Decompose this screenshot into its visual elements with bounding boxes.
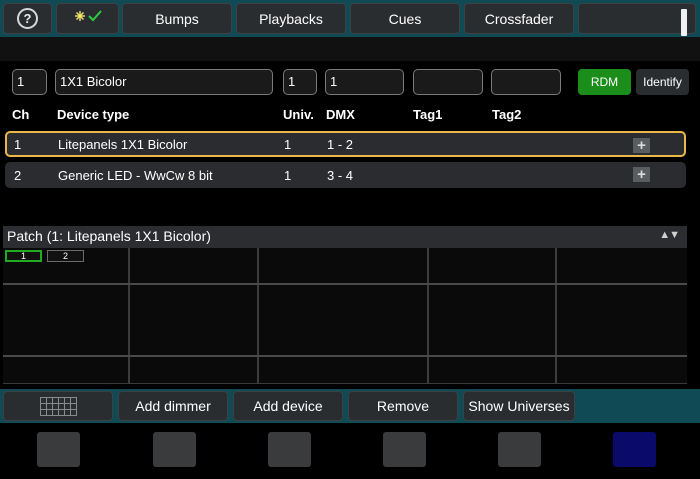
grid-divider	[3, 283, 687, 285]
device-type-input[interactable]: 1X1 Bicolor	[55, 69, 273, 95]
patch-chip[interactable]: 2	[47, 250, 84, 262]
add-plus-icon[interactable]: +	[633, 138, 650, 153]
hardware-key[interactable]	[498, 432, 541, 467]
grid-divider	[427, 248, 429, 384]
grid-divider	[3, 355, 687, 357]
cell-univ: 1	[284, 167, 292, 183]
cell-dmx: 3 - 4	[327, 167, 354, 183]
channel-input[interactable]: 1	[12, 69, 47, 95]
rdm-button[interactable]: RDM	[578, 69, 631, 95]
dmx-input[interactable]: 1	[325, 69, 404, 95]
tab-cues[interactable]: Cues	[350, 3, 460, 34]
extra-tab[interactable]	[578, 3, 696, 36]
table-row[interactable]: 1 Litepanels 1X1 Bicolor 1 1 - 2 +	[5, 131, 686, 157]
table-row[interactable]: 2 Generic LED - WwCw 8 bit 1 3 - 4 +	[5, 162, 686, 188]
add-device-button[interactable]: Add device	[233, 391, 343, 421]
hardware-key[interactable]	[153, 432, 196, 467]
header-dmx: DMX	[326, 107, 355, 122]
tag2-input[interactable]	[491, 69, 561, 95]
tab-playbacks[interactable]: Playbacks	[236, 3, 346, 34]
header-tag1: Tag1	[413, 107, 443, 122]
hardware-key[interactable]	[268, 432, 311, 467]
add-plus-icon[interactable]: +	[633, 167, 650, 182]
remove-button[interactable]: Remove	[348, 391, 458, 421]
grid-icon	[39, 396, 77, 416]
patch-grid[interactable]: 1 2	[3, 248, 687, 384]
subheader-strip	[0, 37, 700, 61]
grid-divider	[257, 248, 259, 384]
grid-divider	[128, 248, 130, 384]
tab-bumps[interactable]: Bumps	[122, 3, 232, 34]
grid-divider	[555, 248, 557, 384]
universe-input[interactable]: 1	[283, 69, 317, 95]
patch-chip[interactable]: 1	[5, 250, 42, 262]
show-universes-button[interactable]: Show Universes	[463, 391, 575, 421]
status-button[interactable]	[56, 3, 119, 34]
header-ch: Ch	[12, 107, 30, 122]
patch-title: Patch (1: Litepanels 1X1 Bicolor)	[7, 228, 211, 244]
scroll-thumb[interactable]	[681, 9, 687, 36]
tag1-input[interactable]	[413, 69, 483, 95]
grid-view-button[interactable]	[3, 391, 113, 421]
cell-device-type: Generic LED - WwCw 8 bit	[58, 167, 213, 183]
cell-dmx: 1 - 2	[327, 136, 354, 152]
cell-device-type: Litepanels 1X1 Bicolor	[58, 136, 188, 152]
patch-header: Patch (1: Litepanels 1X1 Bicolor) ▲▼	[3, 226, 687, 248]
tab-crossfader[interactable]: Crossfader	[464, 3, 574, 34]
hardware-key-blue[interactable]	[613, 432, 656, 467]
collapse-arrows-icon[interactable]: ▲▼	[659, 229, 680, 241]
top-toolbar: ? Bumps Playbacks Cues Crossfader	[0, 0, 700, 37]
cell-ch: 1	[14, 136, 22, 152]
help-icon: ?	[17, 8, 38, 29]
cell-univ: 1	[284, 136, 292, 152]
add-dimmer-button[interactable]: Add dimmer	[118, 391, 228, 421]
help-button[interactable]: ?	[3, 3, 52, 34]
cell-ch: 2	[14, 167, 22, 183]
hardware-key[interactable]	[383, 432, 426, 467]
hardware-key[interactable]	[37, 432, 80, 467]
bottom-toolbar: Add dimmer Add device Remove Show Univer…	[0, 389, 700, 423]
header-tag2: Tag2	[492, 107, 522, 122]
header-univ: Univ.	[283, 107, 314, 122]
sun-check-icon	[74, 9, 102, 21]
header-device-type: Device type	[57, 107, 130, 122]
identify-button[interactable]: Identify	[636, 69, 689, 95]
